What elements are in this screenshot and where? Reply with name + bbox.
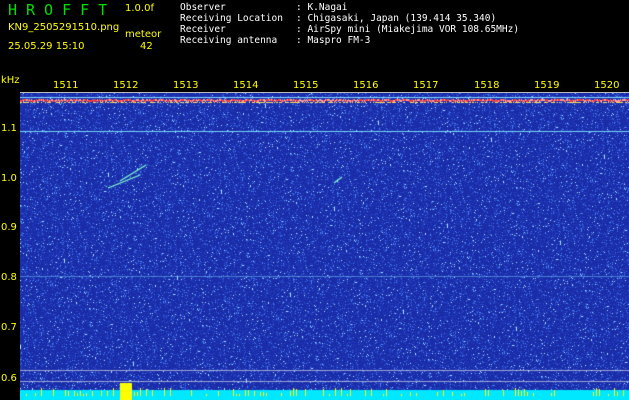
x-tick-label: 1520: [594, 80, 620, 91]
y-tick-label: 1.0: [1, 173, 17, 184]
info-key: Receiver: [180, 24, 226, 35]
y-tick-label: 0.7: [1, 322, 17, 333]
info-row: Receiver : AirSpy mini (Miakejima VOR 108…: [180, 24, 519, 35]
x-tick-label: 1516: [353, 80, 379, 91]
x-tick-label: 1517: [413, 80, 439, 91]
header-panel: HROFFT 1.0.0f KN9_2505291510.png meteor …: [0, 0, 629, 74]
datetime-label: 25.05.29 15:10: [8, 41, 85, 52]
info-value: : K.Nagai: [296, 2, 348, 13]
x-tick-label: 1518: [474, 80, 500, 91]
info-value: : AirSpy mini (Miakejima VOR 108.65MHz): [296, 24, 520, 35]
x-tick-label: 1514: [233, 80, 259, 91]
version-label: 1.0.0f: [125, 3, 154, 14]
info-row: Receiving antenna : Maspro FM-3: [180, 35, 519, 46]
x-tick-label: 1511: [53, 80, 79, 91]
y-axis-unit: kHz: [1, 75, 20, 86]
filename-label: KN9_2505291510.png: [8, 22, 120, 33]
app-title: HROFFT: [8, 1, 117, 19]
y-tick-label: 1.1: [1, 123, 17, 134]
y-tick-label: 0.6: [1, 373, 17, 384]
info-key: Receiving Location: [180, 13, 283, 24]
x-tick-label: 1513: [173, 80, 199, 91]
info-value: : Chigasaki, Japan (139.414 35.340): [296, 13, 497, 24]
station-info: Observer : K.Nagai Receiving Location : Ch…: [180, 2, 519, 46]
info-row: Observer : K.Nagai: [180, 2, 519, 13]
x-tick-label: 1512: [113, 80, 139, 91]
info-row: Receiving Location : Chigasaki, Japan (13…: [180, 13, 519, 24]
y-tick-label: 0.9: [1, 222, 17, 233]
x-tick-label: 1515: [293, 80, 319, 91]
x-tick-label: 1519: [534, 80, 560, 91]
info-value: : Maspro FM-3: [296, 35, 371, 46]
meteor-label: meteor: [125, 29, 162, 40]
info-key: Observer: [180, 2, 226, 13]
y-tick-label: 0.8: [1, 272, 17, 283]
info-key: Receiving antenna: [180, 35, 278, 46]
spectrogram-plot: [20, 93, 629, 400]
meteor-count: 42: [140, 41, 153, 52]
